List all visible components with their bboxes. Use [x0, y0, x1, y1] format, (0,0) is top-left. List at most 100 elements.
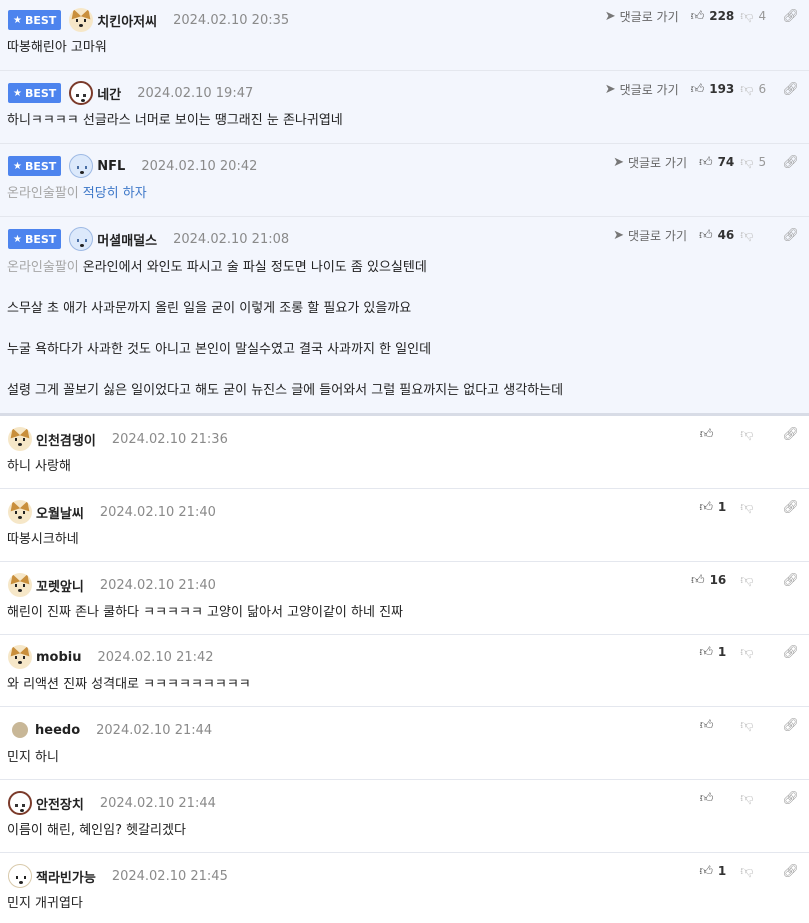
nickname[interactable]: 잭라빈가능 — [36, 867, 96, 886]
avatar[interactable] — [69, 8, 94, 32]
downvote-button[interactable]: 👎︎ — [740, 865, 766, 878]
link-icon[interactable]: 🔗︎ — [782, 501, 799, 514]
comment-date: 2024.02.10 21:44 — [96, 722, 213, 738]
comment-body: 따봉시크하네 — [7, 532, 79, 547]
arrow-icon: ➤ — [604, 81, 616, 97]
avatar[interactable] — [12, 722, 28, 738]
reply-link[interactable]: ➤ 댓글로 가기 — [605, 81, 679, 98]
link-icon[interactable]: 🔗︎ — [782, 428, 799, 441]
link-icon[interactable]: 🔗︎ — [782, 792, 799, 805]
nickname[interactable]: 네간 — [97, 84, 121, 103]
avatar[interactable] — [69, 154, 94, 178]
thumbs-up-icon: 👍︎ — [699, 790, 714, 806]
comment-list: ★ BEST 치킨아저씨 2024.02.10 20:35 ➤ 댓글로 가기 👍︎ 2… — [0, 0, 809, 922]
avatar[interactable] — [69, 81, 94, 105]
avatar[interactable] — [8, 573, 32, 597]
downvote-count: 5 — [758, 155, 767, 169]
nickname[interactable]: 오월날씨 — [36, 503, 84, 522]
comment-body: 와 리액션 진짜 성격대로 ㅋㅋㅋㅋㅋㅋㅋㅋㅋ — [7, 677, 251, 692]
thumbs-down-icon: 👎︎ — [740, 81, 754, 97]
reply-link[interactable]: ➤ 댓글로 가기 — [605, 8, 679, 25]
link-icon[interactable]: 🔗︎ — [782, 865, 799, 878]
comment-item: 꼬렛앞니 2024.02.10 21:40 👍︎ 16 👎︎ 🔗︎ 해린이 진짜 … — [0, 562, 809, 635]
reply-link[interactable]: ➤ 댓글로 가기 — [613, 227, 687, 244]
downvote-button[interactable]: 👎︎ — [740, 646, 766, 659]
avatar[interactable] — [8, 791, 32, 815]
upvote-button[interactable]: 👍︎ — [700, 719, 727, 732]
downvote-button[interactable]: 👎︎ 6 — [740, 82, 766, 96]
nickname[interactable]: 머셜매덜스 — [97, 230, 157, 249]
downvote-button[interactable]: 👎︎ — [740, 428, 766, 441]
upvote-count: 193 — [709, 82, 735, 96]
upvote-button[interactable]: 👍︎ 193 — [691, 82, 735, 96]
upvote-button[interactable]: 👍︎ 1 — [699, 645, 726, 659]
comment-body: 온라인술팔이 온라인에서 와인도 파시고 술 파실 정도면 나이도 좀 있으실텐데… — [7, 260, 564, 398]
link-icon[interactable]: 🔗︎ — [782, 83, 799, 96]
avatar[interactable] — [8, 427, 32, 451]
downvote-count: 4 — [758, 9, 767, 23]
downvote-button[interactable]: 👎︎ 5 — [740, 155, 766, 169]
nickname[interactable]: mobiu — [36, 650, 82, 665]
best-badge: ★ BEST — [8, 10, 62, 30]
best-badge: ★ BEST — [8, 229, 62, 249]
thumbs-down-icon: 👎︎ — [740, 154, 754, 170]
upvote-button[interactable]: 👍︎ 16 — [691, 573, 726, 587]
comment-item: 오월날씨 2024.02.10 21:40 👍︎ 1 👎︎ 🔗︎ 따봉시크하네 — [0, 489, 809, 562]
nickname[interactable]: 인천겸댕이 — [36, 430, 96, 449]
thumbs-down-icon: 👎︎ — [740, 790, 754, 806]
comment-item: 인천겸댕이 2024.02.10 21:36 👍︎ 👎︎ 🔗︎ 하니 사랑해 — [0, 416, 809, 489]
upvote-button[interactable]: 👍︎ — [700, 428, 727, 441]
downvote-button[interactable]: 👎︎ — [740, 574, 766, 587]
thumbs-down-icon: 👎︎ — [740, 8, 754, 24]
downvote-button[interactable]: 👎︎ — [740, 229, 766, 242]
arrow-icon: ➤ — [604, 8, 616, 24]
comment-item: 안전장치 2024.02.10 21:44 👍︎ 👎︎ 🔗︎ 이름이 해린, 혜… — [0, 780, 809, 853]
comment-date: 2024.02.10 19:47 — [137, 85, 254, 101]
upvote-button[interactable]: 👍︎ 74 — [699, 155, 734, 169]
comment-body: 온라인술팔이 적당히 하자 — [7, 186, 147, 201]
comment-date: 2024.02.10 21:40 — [99, 577, 216, 593]
upvote-count: 1 — [717, 500, 727, 514]
comment-body: 민지 하니 — [7, 750, 59, 765]
upvote-button[interactable]: 👍︎ 1 — [699, 864, 726, 878]
link-icon[interactable]: 🔗︎ — [782, 719, 799, 732]
upvote-button[interactable]: 👍︎ — [700, 792, 727, 805]
downvote-button[interactable]: 👎︎ — [740, 501, 766, 514]
avatar[interactable] — [8, 645, 32, 669]
link-icon[interactable]: 🔗︎ — [782, 229, 799, 242]
thumbs-up-icon: 👍︎ — [699, 426, 714, 442]
link-icon[interactable]: 🔗︎ — [782, 574, 799, 587]
nickname[interactable]: 꼬렛앞니 — [36, 576, 84, 595]
avatar[interactable] — [69, 227, 94, 251]
thumbs-up-icon: 👍︎ — [698, 227, 713, 243]
nickname[interactable]: 안전장치 — [36, 794, 84, 813]
nickname[interactable]: 치킨아저씨 — [97, 11, 157, 30]
reply-link[interactable]: ➤ 댓글로 가기 — [613, 154, 687, 171]
downvote-button[interactable]: 👎︎ 4 — [740, 9, 766, 23]
thumbs-down-icon: 👎︎ — [740, 227, 754, 243]
thumbs-down-icon: 👎︎ — [740, 572, 754, 588]
downvote-button[interactable]: 👎︎ — [740, 792, 766, 805]
downvote-button[interactable]: 👎︎ — [740, 719, 766, 732]
upvote-count: 1 — [717, 645, 727, 659]
comment-item: ★ BEST 치킨아저씨 2024.02.10 20:35 ➤ 댓글로 가기 👍︎ 2… — [0, 0, 809, 71]
link-icon[interactable]: 🔗︎ — [782, 156, 799, 169]
nickname[interactable]: NFL — [97, 159, 125, 174]
comment-date: 2024.02.10 21:44 — [99, 795, 216, 811]
thumbs-down-icon: 👎︎ — [740, 499, 754, 515]
upvote-button[interactable]: 👍︎ 46 — [699, 228, 734, 242]
comment-date: 2024.02.10 20:35 — [173, 12, 290, 28]
avatar[interactable] — [8, 500, 32, 524]
link-icon[interactable]: 🔗︎ — [782, 10, 799, 23]
link-icon[interactable]: 🔗︎ — [782, 646, 799, 659]
thumbs-up-icon: 👍︎ — [699, 499, 713, 515]
comment-body: 민지 개귀엽다 — [7, 896, 83, 911]
nickname[interactable]: heedo — [35, 723, 80, 738]
mention[interactable]: 온라인술팔이 — [7, 260, 79, 275]
avatar[interactable] — [8, 864, 32, 888]
upvote-button[interactable]: 👍︎ 228 — [691, 9, 735, 23]
upvote-button[interactable]: 👍︎ 1 — [699, 500, 726, 514]
thumbs-up-icon: 👍︎ — [699, 717, 714, 733]
thumbs-up-icon: 👍︎ — [690, 8, 705, 24]
mention[interactable]: 온라인술팔이 — [7, 186, 79, 201]
